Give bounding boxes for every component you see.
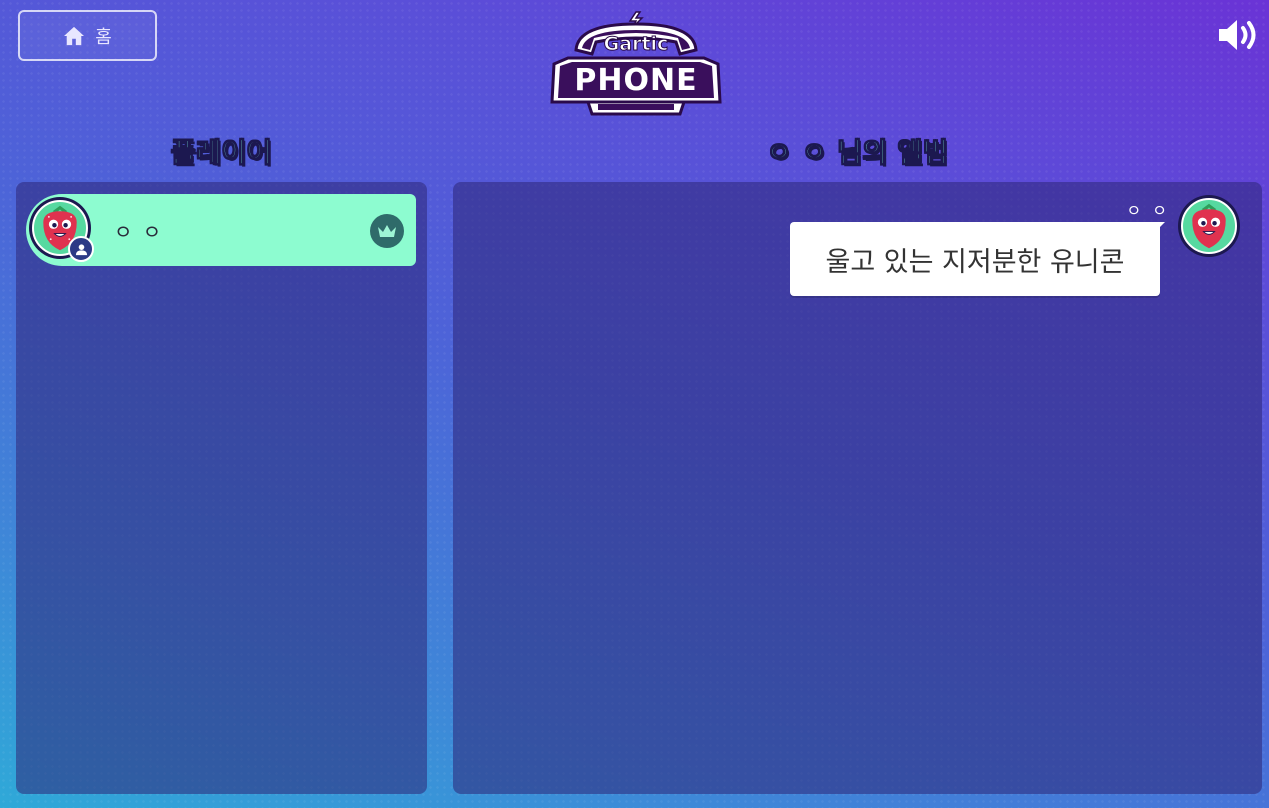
players-panel: ㅇ ㅇ (16, 182, 427, 794)
volume-icon[interactable] (1217, 16, 1263, 54)
home-button-label: 홈 (95, 26, 112, 48)
svg-text:PHONE: PHONE (574, 63, 697, 98)
user-icon (75, 243, 87, 255)
album-title: ㅇ ㅇ 님의 앨범 (766, 138, 949, 170)
host-crown (370, 214, 404, 248)
player-name: ㅇ ㅇ (114, 220, 164, 244)
crown-icon (378, 225, 396, 237)
gartic-phone-logo: Gartic PHONE (550, 11, 722, 116)
album-entry-avatar (1178, 195, 1240, 257)
album-entry-author: ㅇ ㅇ (1126, 201, 1170, 220)
album-panel: ㅇ ㅇ 울고 있는 지저분한 유니콘 (453, 182, 1262, 794)
players-title: 플레이어 (170, 138, 273, 170)
user-badge (68, 236, 94, 262)
svg-text:Gartic: Gartic (604, 33, 669, 55)
strawberry-avatar-icon (1192, 203, 1226, 249)
album-entry-text: 울고 있는 지저분한 유니콘 (790, 222, 1160, 296)
player-row[interactable]: ㅇ ㅇ (26, 194, 416, 266)
home-icon (64, 26, 85, 45)
home-button[interactable]: 홈 (18, 10, 157, 61)
